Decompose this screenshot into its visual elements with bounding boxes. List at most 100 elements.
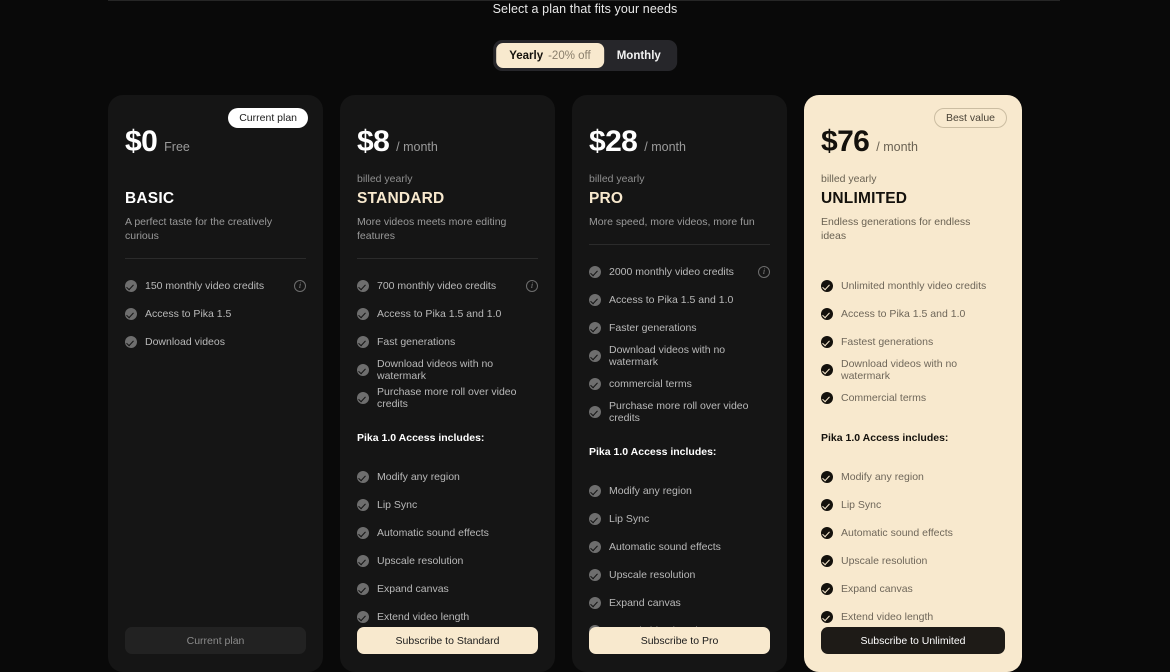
pika-access-heading: Pika 1.0 Access includes: [357,432,485,445]
billing-toggle-monthly[interactable]: Monthly [604,43,674,68]
feature-item: Automatic sound effects [589,533,770,561]
plan-feature-list: 700 monthly video credits i Access to Pika… [357,272,538,412]
check-icon [357,471,369,484]
feature-label: Upscale resolution [841,555,928,568]
pricing-cards-row: Current plan $0 Free BASIC A perfect taste … [108,95,1022,672]
plan-price-suffix: / month [644,140,686,154]
feature-item: 700 monthly video credits i [357,272,538,300]
feature-label: Download videos [145,336,225,349]
price-row: $8 / month [357,127,538,157]
plan-badge: Best value [933,108,1007,128]
feature-item: Lip Sync [821,491,1005,519]
plan-price-suffix: / month [876,140,918,154]
feature-label: Expand canvas [841,583,913,596]
plan-name: BASIC [125,190,175,207]
check-icon [589,485,601,498]
billing-note: billed yearly [821,173,877,185]
pricing-card-standard: $8 / month billed yearly STANDARD More video… [340,95,555,672]
check-icon [821,583,833,596]
plan-cta-button[interactable]: Subscribe to Unlimited [821,627,1005,654]
price-row: $76 / month [821,127,1005,157]
feature-label: Lip Sync [841,499,882,512]
check-icon [357,527,369,540]
feature-label: 2000 monthly video credits [609,266,734,279]
info-icon[interactable]: i [526,280,538,293]
feature-label: Download videos with no watermark [841,358,958,383]
check-icon [821,336,833,349]
plan-price: $28 [589,125,638,158]
billing-note-empty [125,173,306,185]
check-icon [589,350,601,363]
billing-note: billed yearly [357,173,413,185]
check-icon [821,364,833,377]
feature-label: Download videos with no watermark [377,358,494,383]
plan-cta-button[interactable]: Subscribe to Pro [589,627,770,654]
feature-label: Modify any region [841,471,924,484]
pika-access-heading: Pika 1.0 Access includes: [821,432,949,445]
check-icon [589,266,601,279]
check-icon [821,392,833,405]
feature-item: Modify any region [589,477,770,505]
feature-item: Expand canvas [357,575,538,603]
price-row: $28 / month [589,127,770,157]
check-icon [125,336,137,349]
feature-label: Automatic sound effects [377,527,489,540]
feature-item: Automatic sound effects [821,519,1005,547]
check-icon [357,583,369,596]
check-icon [589,569,601,582]
feature-label: Extend video length [841,611,934,624]
pika-feature-list: Modify any region Lip Sync Automatic sound… [589,477,770,645]
feature-item: 2000 monthly video credits i [589,258,770,286]
feature-item: Access to Pika 1.5 and 1.0 [357,300,538,328]
pricing-card-basic: Current plan $0 Free BASIC A perfect taste … [108,95,323,672]
feature-label: Upscale resolution [377,555,464,568]
feature-label: Purchase more roll over video credits [377,386,517,411]
check-icon [357,280,369,293]
info-icon[interactable]: i [294,280,306,293]
plan-tagline: Endless generations for endless ideas [821,216,971,243]
feature-label: Commercial terms [841,392,927,405]
feature-label: Lip Sync [377,499,418,512]
plan-price-suffix: / month [396,140,438,154]
card-divider [821,258,1005,259]
card-divider [125,258,306,260]
check-icon [821,555,833,568]
feature-item: Fastest generations [821,328,1005,356]
feature-item: Upscale resolution [821,547,1005,575]
check-icon [125,308,137,321]
feature-label: commercial terms [609,378,692,391]
plan-cta-button[interactable]: Current plan [125,627,306,654]
feature-item: Download videos with no watermark [589,342,770,370]
modal-top-divider [108,0,1060,1]
billing-period-toggle[interactable]: Yearly -20% off Monthly [493,40,677,71]
check-icon [821,280,833,293]
feature-label: Automatic sound effects [609,541,721,554]
pricing-card-pro: $28 / month billed yearly PRO More speed, mo… [572,95,787,672]
info-icon[interactable]: i [758,266,770,279]
feature-item: Download videos [125,328,306,356]
plan-cta-button[interactable]: Subscribe to Standard [357,627,538,654]
feature-item: Access to Pika 1.5 and 1.0 [821,300,1005,328]
feature-label: Fastest generations [841,336,934,349]
plan-feature-list: Unlimited monthly video credits Access to… [821,272,1005,412]
feature-label: Purchase more roll over video credits [609,400,749,425]
plan-price: $0 [125,125,158,158]
feature-item: Access to Pika 1.5 [125,300,306,328]
plan-badge: Current plan [228,108,308,128]
feature-item: Fast generations [357,328,538,356]
pika-feature-list: Modify any region Lip Sync Automatic sound… [821,463,1005,631]
check-icon [821,499,833,512]
check-icon [589,597,601,610]
feature-item: Download videos with no watermark [821,356,1005,384]
feature-item: commercial terms [589,370,770,398]
plan-tagline: A perfect taste for the creatively curio… [125,216,273,243]
feature-label: Access to Pika 1.5 [145,308,232,321]
feature-item: Unlimited monthly video credits [821,272,1005,300]
billing-toggle-yearly[interactable]: Yearly -20% off [496,43,604,68]
pika-feature-list: Modify any region Lip Sync Automatic sound… [357,463,538,631]
feature-item: Download videos with no watermark [357,356,538,384]
feature-label: Access to Pika 1.5 and 1.0 [609,294,734,307]
feature-label: Faster generations [609,322,697,335]
plan-name: PRO [589,190,624,207]
feature-label: Expand canvas [377,583,449,596]
